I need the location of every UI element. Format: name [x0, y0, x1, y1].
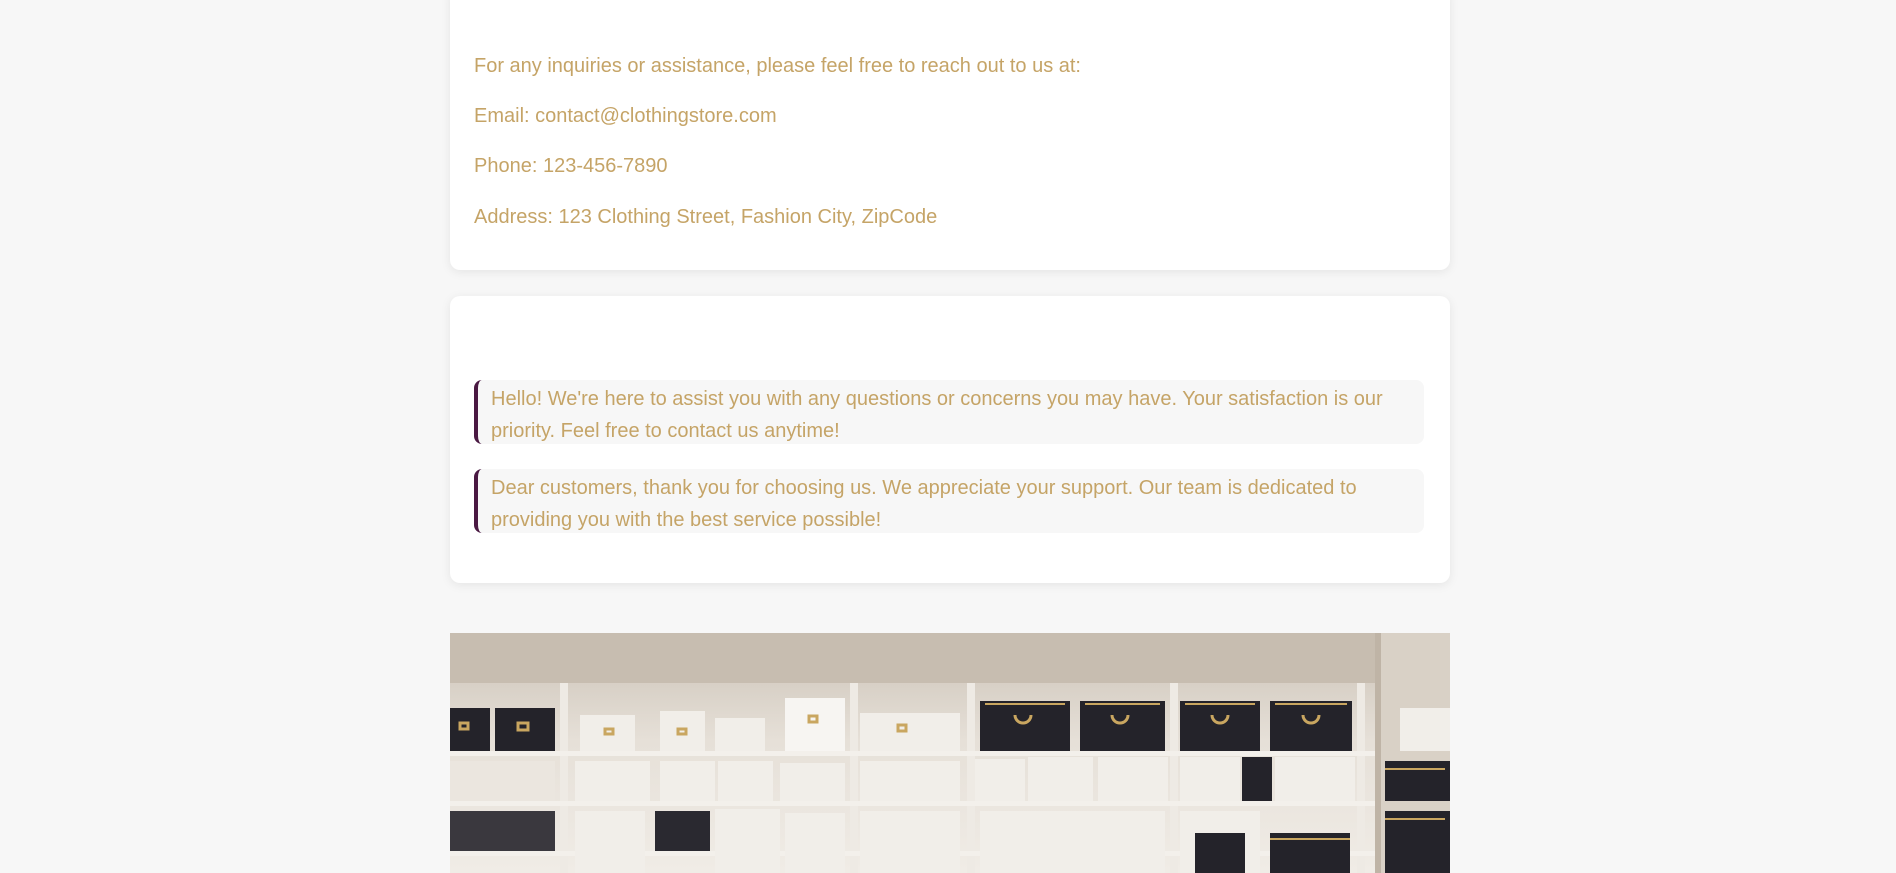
contact-intro: For any inquiries or assistance, please …: [474, 55, 1081, 77]
shelving-illustration: [450, 633, 1450, 873]
contact-email: Email: contact@clothingstore.com: [474, 105, 777, 127]
message-quote: Hello! We're here to assist you with any…: [474, 380, 1424, 444]
message-quote: Dear customers, thank you for choosing u…: [474, 469, 1424, 533]
contact-phone: Phone: 123-456-7890: [474, 155, 668, 177]
contact-address: Address: 123 Clothing Street, Fashion Ci…: [474, 206, 938, 228]
messages-card: Hello! We're here to assist you with any…: [450, 296, 1450, 583]
contact-info-card: For any inquiries or assistance, please …: [450, 0, 1450, 270]
store-shelving-image: [450, 633, 1450, 873]
